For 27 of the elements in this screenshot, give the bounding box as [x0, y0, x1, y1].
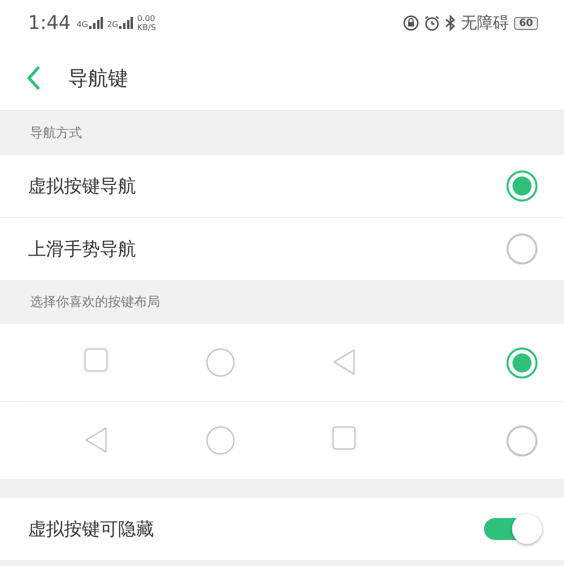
accessibility-label: 无障碍: [461, 12, 510, 34]
network-type: 2G: [106, 21, 118, 29]
circle-key-icon: [206, 348, 234, 377]
bluetooth-icon: [445, 15, 456, 31]
radio-button[interactable]: [506, 233, 538, 265]
battery-level: 60: [514, 16, 538, 30]
alarm-icon: [424, 15, 440, 31]
radio-button[interactable]: [506, 424, 538, 456]
network-speed: 0.00: [137, 14, 156, 23]
rotation-lock-icon: [403, 15, 420, 31]
signal-icon: [88, 17, 103, 29]
speed-unit: KB/S: [137, 23, 156, 32]
back-icon[interactable]: [26, 66, 40, 90]
triangle-key-icon: [332, 348, 356, 376]
page-title: 导航键: [68, 64, 128, 92]
option-label: 虚拟按键导航: [28, 175, 137, 198]
triangle-key-icon: [84, 426, 108, 454]
circle-key-icon: [206, 426, 234, 455]
square-key-icon: [332, 426, 356, 450]
square-key-icon: [84, 348, 108, 372]
radio-button[interactable]: [506, 170, 538, 202]
network-type: 4G: [76, 21, 88, 29]
signal-icon: [119, 17, 134, 29]
option-label: 上滑手势导航: [28, 238, 137, 261]
setting-label: 虚拟按键可隐藏: [28, 518, 155, 541]
status-time: 1:44: [28, 12, 71, 34]
radio-button[interactable]: [506, 346, 538, 378]
